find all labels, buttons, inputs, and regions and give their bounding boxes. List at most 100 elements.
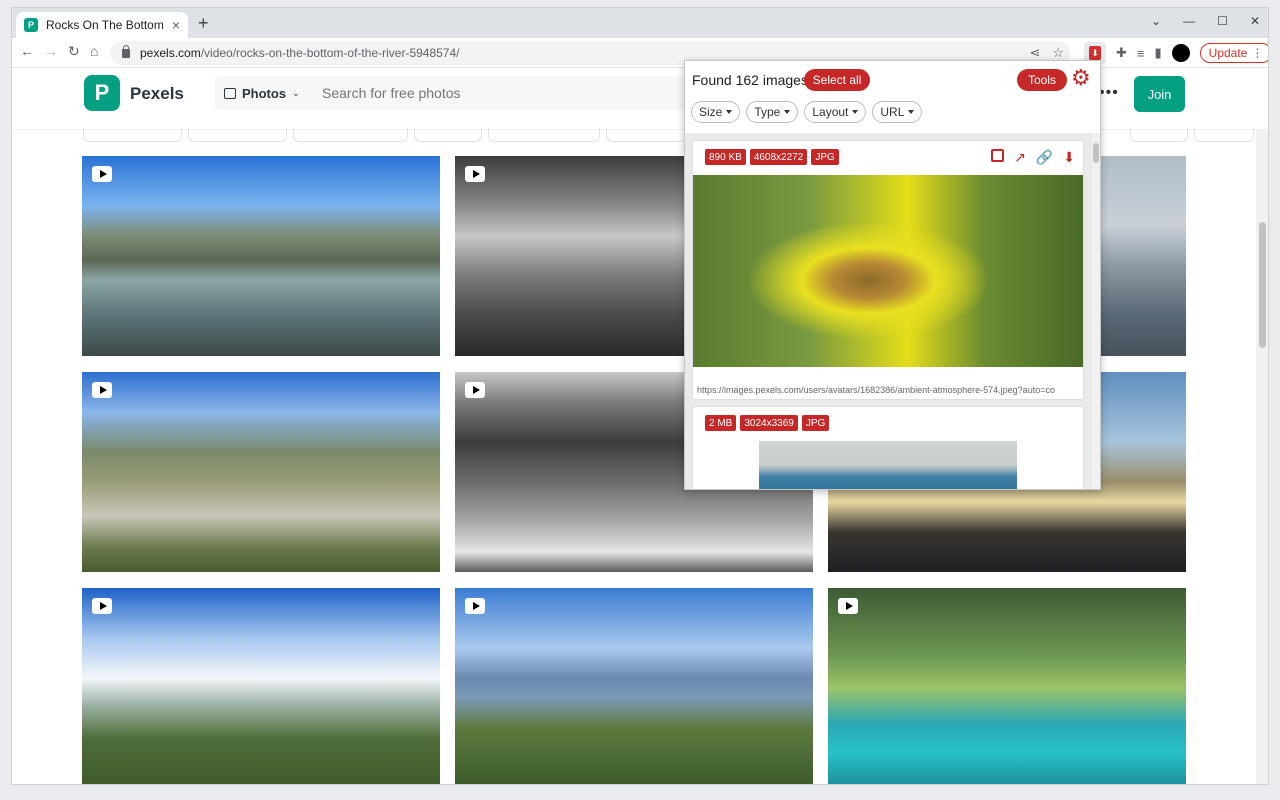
search-type-label: Photos [242,85,287,101]
pexels-logo-icon[interactable]: P [84,75,120,111]
video-thumbnail[interactable] [828,588,1186,784]
format-badge: JPG [811,149,839,165]
caret-down-icon [908,110,915,114]
found-count: Found 162 images [692,72,808,88]
image-card[interactable]: 890 KB 4608x2272 JPG ↗ 🔗 ⬇ https://image… [693,141,1083,399]
tools-button[interactable]: Tools [1017,69,1067,91]
pexels-favicon-icon: P [24,18,38,32]
filter-chip[interactable] [83,128,182,142]
update-label: Update [1208,46,1248,60]
video-thumbnail[interactable] [82,588,440,784]
window-controls: ⌄ — ☐ ✕ [1151,14,1260,28]
maximize-icon[interactable]: ☐ [1217,14,1228,28]
image-preview[interactable] [693,175,1083,367]
reload-icon[interactable]: ↻ [68,43,80,60]
video-thumbnail[interactable] [82,156,440,356]
search-type-dropdown[interactable]: Photos ⌄ [214,76,304,110]
filter-chip[interactable] [1130,128,1188,142]
popup-scroll-thumb[interactable] [1093,143,1099,163]
new-tab-icon[interactable]: + [198,14,209,32]
caret-down-icon [852,110,859,114]
page-scroll-thumb[interactable] [1259,222,1266,348]
url-host: pexels.com [140,46,201,60]
filter-chip[interactable] [188,128,287,142]
filter-chip[interactable] [414,128,482,142]
caret-down-icon [784,110,791,114]
image-icon [224,87,236,99]
reading-list-icon[interactable]: ≡ [1137,46,1145,61]
play-icon [465,382,485,398]
sidepanel-icon[interactable]: ▮ [1155,45,1162,61]
filter-label: URL [880,105,905,119]
join-button[interactable]: Join [1134,76,1185,112]
video-thumbnail[interactable] [455,588,813,784]
tab-title: Rocks On The Bottom Of [46,18,166,32]
dimensions-badge: 3024x3369 [740,415,798,431]
gear-icon[interactable]: ⚙ [1071,67,1091,89]
home-icon[interactable]: ⌂ [90,43,98,59]
popup-header: Found 162 images Select all Tools ⚙ Size… [685,61,1100,133]
filter-chip[interactable] [1194,128,1254,142]
play-icon [92,166,112,182]
image-preview[interactable] [759,441,1017,489]
image-badges: 890 KB 4608x2272 JPG [705,149,839,165]
caret-down-icon [726,110,733,114]
url-text: pexels.com/video/rocks-on-the-bottom-of-… [140,46,460,60]
search-input[interactable] [322,76,702,110]
size-badge: 890 KB [705,149,746,165]
play-icon [92,382,112,398]
download-icon[interactable]: ⬇ [1063,149,1075,166]
dimensions-badge: 4608x2272 [749,149,808,165]
lock-icon [122,44,130,58]
filter-label: Size [699,105,723,119]
browser-tab[interactable]: P Rocks On The Bottom Of × [16,12,188,38]
tab-strip: P Rocks On The Bottom Of × + ⌄ — ☐ ✕ [12,8,1268,38]
more-vert-icon: ⋮ [1251,46,1264,60]
close-window-icon[interactable]: ✕ [1250,14,1260,28]
extensions-area: ⬇ ✚ ≡ ▮ Update ⋮ [1084,42,1268,64]
filter-label: Type [754,105,781,119]
play-icon [838,598,858,614]
select-all-button[interactable]: Select all [804,69,870,91]
filter-url-dropdown[interactable]: URL [872,101,923,123]
play-icon [92,598,112,614]
close-tab-icon[interactable]: × [172,17,180,33]
page-scrollbar[interactable] [1256,130,1268,784]
puzzle-icon[interactable]: ✚ [1116,45,1127,61]
share-icon[interactable]: ⋖ [1029,45,1040,61]
star-icon[interactable]: ☆ [1052,45,1064,61]
image-downloader-popup: Found 162 images Select all Tools ⚙ Size… [684,60,1101,490]
back-icon[interactable]: ← [20,43,34,59]
filter-label: Layout [812,105,849,119]
image-list: 890 KB 4608x2272 JPG ↗ 🔗 ⬇ https://image… [685,133,1100,489]
filter-type-dropdown[interactable]: Type [746,101,799,123]
chevron-down-icon: ⌄ [292,87,300,98]
filter-chip[interactable] [293,128,408,142]
filter-layout-dropdown[interactable]: Layout [804,101,867,123]
select-checkbox-icon[interactable] [991,149,1005,162]
image-url[interactable]: https://images.pexels.com/users/avatars/… [697,385,1077,395]
update-button[interactable]: Update ⋮ [1199,43,1268,63]
brand-name[interactable]: Pexels [130,84,184,104]
video-thumbnail[interactable] [82,372,440,572]
image-badges: 2 MB 3024x3369 JPG [705,415,830,431]
more-menu-icon[interactable]: ••• [1099,84,1119,102]
filter-size-dropdown[interactable]: Size [691,101,741,123]
search-bar: Photos ⌄ [214,76,714,110]
filter-chip[interactable] [488,128,600,142]
popup-scrollbar[interactable] [1092,133,1100,489]
format-badge: JPG [801,415,830,431]
image-card[interactable]: 2 MB 3024x3369 JPG [693,407,1083,489]
open-in-new-icon[interactable]: ↗ [1014,149,1026,166]
card-actions: ↗ 🔗 ⬇ [991,149,1075,166]
profile-avatar[interactable] [1171,44,1190,62]
play-icon [465,166,485,182]
size-badge: 2 MB [705,415,737,431]
play-icon [465,598,485,614]
filter-chip[interactable] [606,128,686,142]
tab-search-icon[interactable]: ⌄ [1151,14,1161,28]
link-icon[interactable]: 🔗 [1036,149,1053,166]
filter-bar: Size Type Layout URL [691,101,923,123]
minimize-icon[interactable]: — [1183,14,1195,28]
forward-icon[interactable]: → [44,43,58,59]
